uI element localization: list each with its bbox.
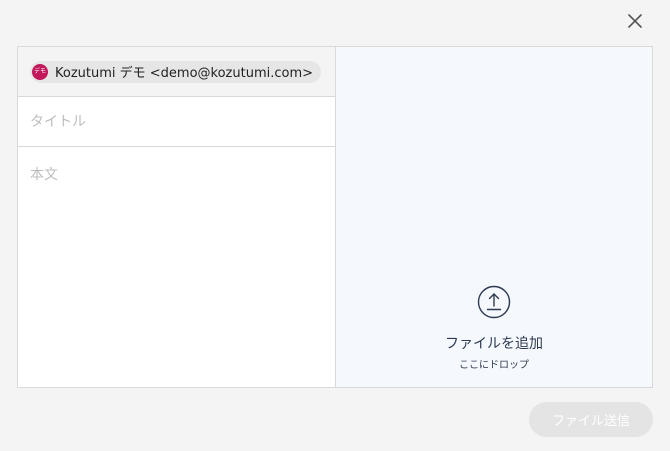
file-dropzone[interactable]: ファイルを追加 ここにドロップ [336,47,652,387]
close-icon [628,14,642,28]
avatar: デモ [32,63,48,80]
message-form: デモ Kozutumi デモ <demo@kozutumi.com> [18,47,336,387]
recipient-row: デモ Kozutumi デモ <demo@kozutumi.com> [18,47,335,97]
upload-icon [477,285,511,319]
compose-panel: デモ Kozutumi デモ <demo@kozutumi.com> ファイルを… [17,46,653,388]
title-input[interactable] [18,97,335,147]
dropzone-title: ファイルを追加 [445,336,543,352]
recipient-label: Kozutumi デモ <demo@kozutumi.com> [55,66,314,81]
body-input[interactable] [18,147,335,387]
dropzone-subtitle: ここにドロップ [459,360,529,371]
close-button[interactable] [623,9,647,33]
recipient-chip[interactable]: デモ Kozutumi デモ <demo@kozutumi.com> [30,60,322,83]
send-file-button[interactable]: ファイル送信 [529,402,653,437]
